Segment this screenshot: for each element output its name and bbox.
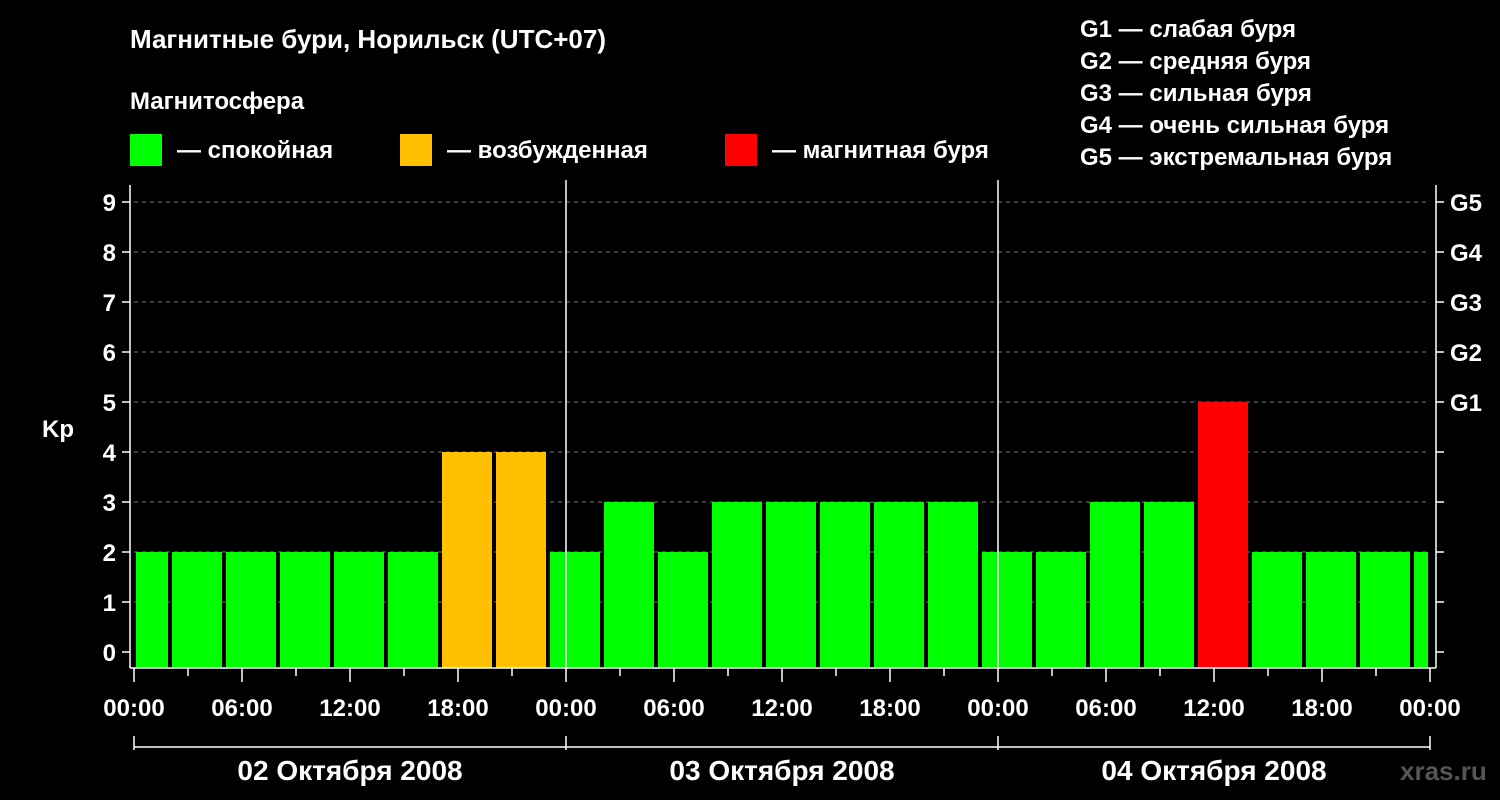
chart-subtitle: Магнитосфера (130, 88, 305, 115)
kp-bar (280, 552, 330, 668)
legend-label-storm: — магнитная буря (772, 137, 989, 164)
x-tick-label: 06:00 (643, 695, 704, 722)
x-tick-label: 12:00 (1183, 695, 1244, 722)
g-tick-label: G2 (1450, 340, 1482, 367)
y-tick-label: 4 (103, 440, 117, 467)
kp-bar (712, 502, 762, 668)
kp-bar (874, 502, 924, 668)
x-tick-label: 06:00 (211, 695, 272, 722)
x-tick-label: 18:00 (427, 695, 488, 722)
y-tick-label: 9 (103, 190, 116, 217)
kp-bar (982, 552, 1032, 668)
date-label: 03 Октября 2008 (669, 755, 894, 786)
y-axis-label: Kp (42, 416, 74, 443)
kp-bar (550, 552, 600, 668)
kp-chart: Магнитные бури, Норильск (UTC+07) Магнит… (42, 16, 1487, 786)
x-tick-label: 18:00 (1291, 695, 1352, 722)
date-axis: 02 Октября 2008 03 Октября 2008 04 Октября… (133, 736, 1431, 786)
kp-bar (928, 502, 978, 668)
legend-swatch-storm (725, 134, 757, 166)
g-tick-label: G4 (1450, 240, 1483, 267)
kp-bar (496, 452, 546, 668)
kp-bar (136, 552, 168, 668)
kp-bar (1090, 502, 1140, 668)
date-label: 04 Октября 2008 (1101, 755, 1326, 786)
y-tick-label: 6 (103, 340, 116, 367)
g-legend-g5: G5 — экстремальная буря (1080, 144, 1392, 171)
kp-bar (1036, 552, 1086, 668)
kp-bar (658, 552, 708, 668)
y-tick-label: 2 (103, 540, 116, 567)
x-tick-label: 00:00 (103, 695, 164, 722)
watermark: xras.ru (1400, 756, 1487, 786)
right-g-ticks: G1 G2 G3 G4 G5 (1436, 190, 1483, 653)
x-tick-label: 12:00 (319, 695, 380, 722)
x-tick-label: 18:00 (859, 695, 920, 722)
kp-bar (1360, 552, 1410, 668)
x-ticks: 00:00 06:00 12:00 18:00 00:00 06:00 12:00 18:00… (103, 668, 1461, 722)
g-tick-label: G1 (1450, 390, 1482, 417)
g-legend-g1: G1 — слабая буря (1080, 16, 1296, 43)
x-tick-label: 06:00 (1075, 695, 1136, 722)
y-tick-label: 5 (103, 390, 116, 417)
legend-label-active: — возбужденная (447, 137, 648, 164)
legend-swatch-quiet (130, 134, 162, 166)
g-legend-g3: G3 — сильная буря (1080, 80, 1312, 107)
y-tick-label: 8 (103, 240, 116, 267)
kp-bar (820, 502, 870, 668)
kp-bar (1144, 502, 1194, 668)
kp-bar (1198, 402, 1248, 668)
g-scale-legend: G1 — слабая буря G2 — средняя буря G3 — … (1080, 16, 1392, 171)
kp-bar (226, 552, 276, 668)
g-legend-g2: G2 — средняя буря (1080, 48, 1311, 75)
legend-swatch-active (400, 134, 432, 166)
g-tick-label: G3 (1450, 290, 1482, 317)
y-tick-label: 1 (103, 590, 116, 617)
g-tick-label: G5 (1450, 190, 1482, 217)
state-legend: — спокойная — возбужденная — магнитная б… (130, 134, 989, 166)
kp-bar (1414, 552, 1428, 668)
kp-bar (1306, 552, 1356, 668)
bars (136, 402, 1428, 668)
kp-bar (766, 502, 816, 668)
kp-bar (442, 452, 492, 668)
x-tick-label: 00:00 (1399, 695, 1460, 722)
kp-bar (388, 552, 438, 668)
legend-label-quiet: — спокойная (177, 137, 333, 164)
kp-bar (1252, 552, 1302, 668)
date-label: 02 Октября 2008 (237, 755, 462, 786)
x-tick-label: 00:00 (535, 695, 596, 722)
kp-bar (172, 552, 222, 668)
y-ticks: 0 1 2 3 4 5 6 7 8 9 (103, 190, 130, 667)
y-tick-label: 7 (103, 290, 116, 317)
kp-bar (334, 552, 384, 668)
y-tick-label: 0 (103, 640, 116, 667)
x-tick-label: 12:00 (751, 695, 812, 722)
kp-bar (604, 502, 654, 668)
g-legend-g4: G4 — очень сильная буря (1080, 112, 1389, 139)
x-tick-label: 00:00 (967, 695, 1028, 722)
y-tick-label: 3 (103, 490, 116, 517)
chart-title: Магнитные бури, Норильск (UTC+07) (130, 24, 606, 54)
